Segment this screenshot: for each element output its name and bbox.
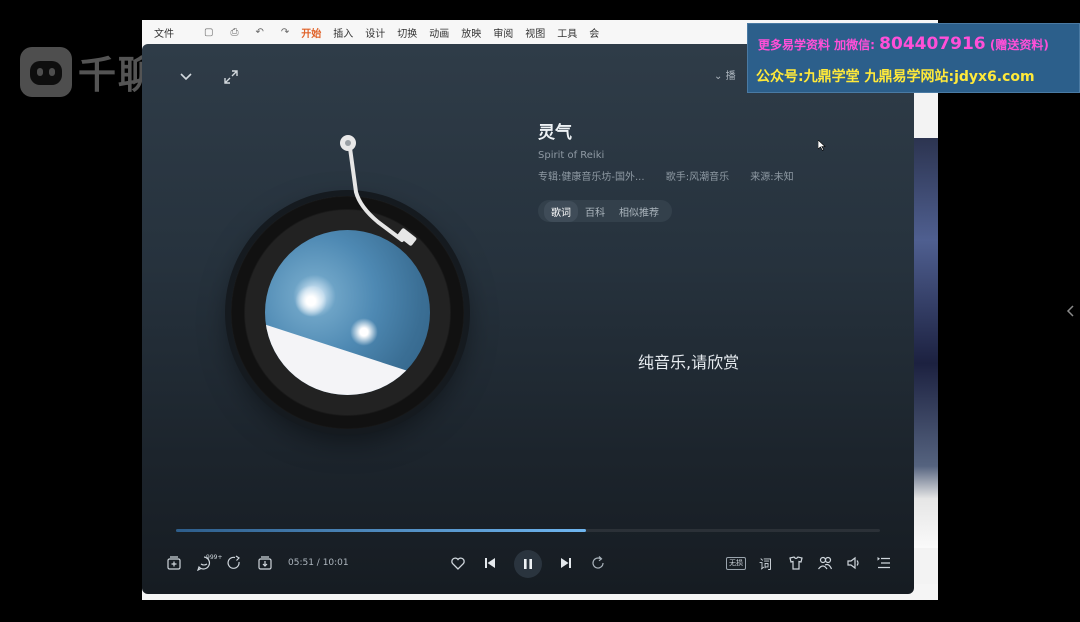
previous-button[interactable]: [482, 555, 498, 571]
host-menu-design[interactable]: 设计: [365, 25, 385, 40]
print-icon[interactable]: ⎙: [230, 27, 238, 38]
ad-banner: 更多易学资料 加微信: 804407916 (赠送资料) 公众号:九鼎学堂 九鼎…: [747, 23, 1080, 93]
watermark-logo-icon: [20, 46, 72, 97]
ad-prefix: 更多易学资料 加微信:: [758, 38, 875, 52]
fullscreen-button[interactable]: [222, 68, 240, 86]
host-quick-tools: ▢ ⎙ ↶ ↷: [192, 27, 289, 38]
host-menu-slideshow[interactable]: 放映: [461, 25, 481, 40]
pause-button[interactable]: [514, 550, 542, 578]
watermark: 千聊: [20, 44, 158, 99]
share-button[interactable]: [226, 555, 242, 571]
host-menu-animation[interactable]: 动画: [429, 25, 449, 40]
save-icon[interactable]: ▢: [204, 27, 213, 38]
redo-icon[interactable]: ↷: [281, 27, 289, 38]
host-menu-review[interactable]: 审阅: [493, 25, 513, 40]
listen-together-button[interactable]: [817, 555, 833, 571]
source-label: 来源:未知: [750, 172, 794, 183]
add-icon: [167, 556, 181, 570]
song-meta: 专辑:健康音乐坊-国外... 歌手:风潮音乐 来源:未知: [538, 168, 812, 183]
expand-icon: [224, 70, 238, 84]
tab-similar[interactable]: 相似推荐: [612, 201, 666, 222]
ad-suffix: (赠送资料): [989, 38, 1049, 52]
queue-icon: [877, 557, 890, 569]
download-icon: [258, 556, 272, 570]
next-button[interactable]: [558, 555, 574, 571]
chevron-left-icon[interactable]: [1066, 304, 1076, 318]
artist-link[interactable]: 歌手:风潮音乐: [666, 172, 729, 183]
heart-icon: [451, 557, 465, 570]
tab-lyrics[interactable]: 歌词: [544, 200, 578, 222]
host-slide-preview: [914, 138, 938, 548]
lyrics-toggle-button[interactable]: 词: [759, 554, 772, 573]
music-player-window: ⌄ 播 灵气 Spirit of Reiki 专辑:健康音乐坊-国外... 歌手…: [142, 44, 914, 594]
volume-icon: [847, 556, 859, 570]
host-menu-tools[interactable]: 工具: [557, 25, 577, 40]
repeat-icon: [592, 556, 604, 569]
host-menu-file[interactable]: 文件: [154, 25, 174, 40]
quality-badge[interactable]: 无损: [726, 557, 746, 570]
mouse-cursor-icon: [818, 140, 826, 151]
progress-fill: [176, 529, 587, 532]
playlist-queue-button[interactable]: [876, 555, 892, 571]
ad-line-2: 公众号:九鼎学堂 九鼎易学网站:jdyx6.com: [756, 69, 1035, 85]
volume-button[interactable]: [846, 555, 862, 571]
like-button[interactable]: [450, 555, 466, 571]
info-tabs: 歌词 百科 相似推荐: [538, 200, 672, 222]
share-icon: [227, 555, 240, 569]
repeat-button[interactable]: [590, 555, 606, 571]
progress-bar[interactable]: [176, 529, 880, 532]
undo-icon[interactable]: ↶: [255, 27, 263, 38]
host-menu-home[interactable]: 开始: [301, 25, 321, 40]
comment-count-badge: 999+: [206, 554, 223, 561]
time-display: 05:51 / 10:01: [288, 558, 349, 568]
effects-button[interactable]: [788, 555, 804, 571]
chevron-down-icon: [180, 73, 192, 81]
song-title: 灵气: [538, 123, 572, 143]
download-button[interactable]: [257, 555, 273, 571]
album-link[interactable]: 专辑:健康音乐坊-国外...: [538, 172, 645, 183]
pause-icon: [524, 559, 532, 569]
song-subtitle: Spirit of Reiki: [538, 150, 605, 161]
lyric-line: 纯音乐,请欣赏: [638, 353, 740, 372]
playback-mode-label: 播: [725, 71, 736, 82]
ad-wechat-number: 804407916: [879, 34, 986, 54]
add-to-playlist-button[interactable]: [166, 555, 182, 571]
playback-mode-dropdown[interactable]: ⌄ 播: [714, 67, 736, 82]
collapse-button[interactable]: [178, 70, 194, 84]
host-menu-transition[interactable]: 切换: [397, 25, 417, 40]
tab-wiki[interactable]: 百科: [578, 201, 612, 222]
skip-forward-icon: [561, 558, 571, 568]
users-icon: [818, 556, 833, 570]
ad-line-1: 更多易学资料 加微信: 804407916 (赠送资料): [758, 34, 1049, 54]
skip-back-icon: [485, 558, 495, 568]
host-menu-view[interactable]: 视图: [525, 25, 545, 40]
effects-icon: [789, 556, 803, 570]
host-menu-insert[interactable]: 插入: [333, 25, 353, 40]
tonearm-icon: [340, 135, 417, 246]
host-menu-meeting[interactable]: 会: [589, 25, 599, 40]
